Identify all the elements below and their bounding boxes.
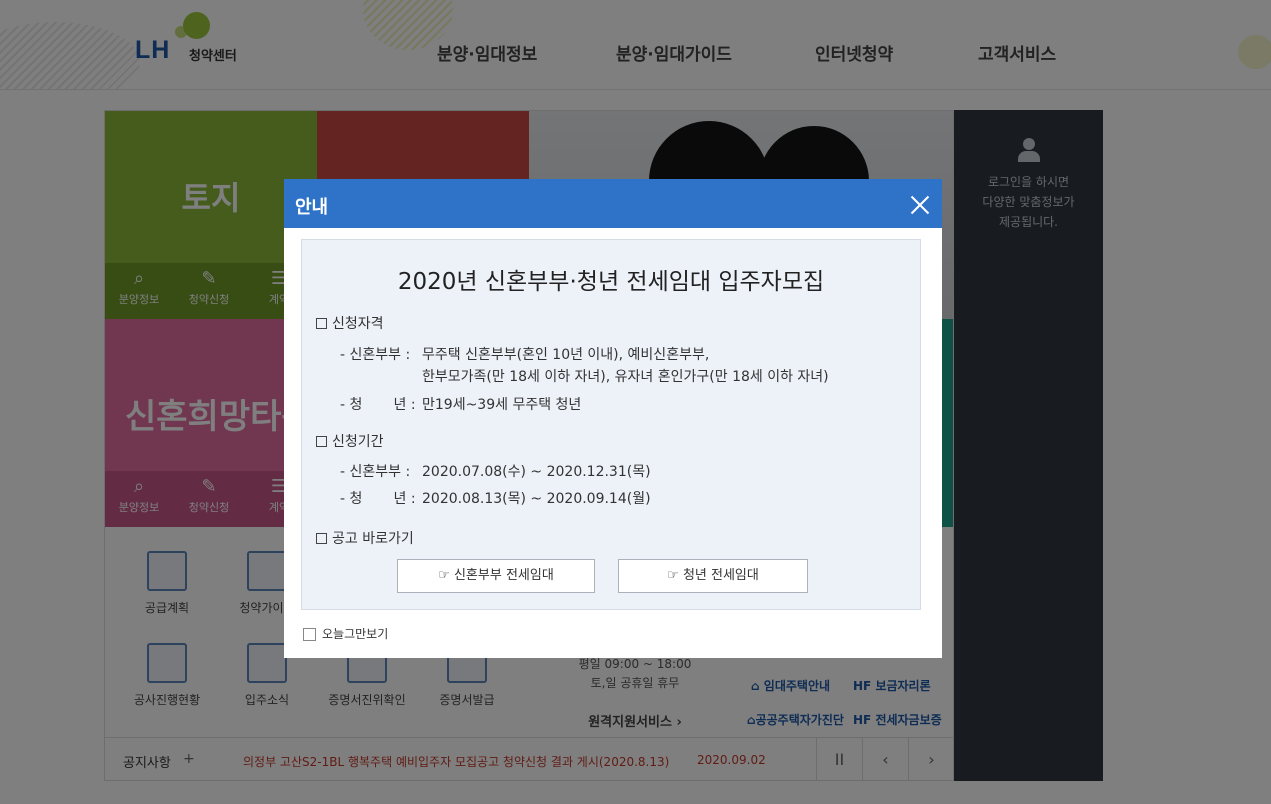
dont-show-today[interactable]: 오늘그만보기	[303, 625, 388, 642]
square-bullet-icon	[316, 533, 327, 544]
modal-title: 안내	[295, 197, 329, 218]
period-newlywed-value: 2020.07.08(수) ~ 2020.12.31(목)	[422, 464, 651, 480]
modal-header: 안내	[284, 179, 942, 228]
period-youth-value: 2020.08.13(목) ~ 2020.09.14(월)	[422, 491, 651, 507]
close-icon[interactable]	[903, 188, 937, 220]
section-label: 공고 바로가기	[332, 531, 414, 547]
section-qualification: 신청자격	[316, 313, 384, 333]
qual-newlywed-line2: 한부모가족(만 18세 이하 자녀), 유자녀 혼인가구(만 18세 이하 자녀…	[422, 369, 829, 385]
youth-lease-button[interactable]: ☞ 청년 전세임대	[618, 559, 808, 593]
qual-youth-value: 만19세~39세 무주택 청년	[422, 397, 582, 413]
modal-content-box: 2020년 신혼부부·청년 전세임대 입주자모집 신청자격 - 신혼부부 : 무…	[301, 239, 921, 610]
newlywed-lease-button[interactable]: ☞ 신혼부부 전세임대	[397, 559, 595, 593]
square-bullet-icon	[316, 318, 327, 329]
period-newlywed-label: - 신혼부부 :	[340, 464, 411, 480]
notice-modal: 안내 2020년 신혼부부·청년 전세임대 입주자모집 신청자격 - 신혼부부 …	[284, 179, 942, 658]
square-bullet-icon	[316, 436, 327, 447]
section-label: 신청자격	[332, 316, 384, 332]
section-links: 공고 바로가기	[316, 528, 414, 548]
dont-show-today-checkbox[interactable]	[303, 628, 316, 641]
announcement-heading: 2020년 신혼부부·청년 전세임대 입주자모집	[397, 269, 825, 295]
qual-youth-label: - 청 년 :	[340, 397, 416, 413]
qual-newlywed-line1: 무주택 신혼부부(혼인 10년 이내), 예비신혼부부,	[422, 347, 710, 363]
section-period: 신청기간	[316, 431, 384, 451]
period-youth-label: - 청 년 :	[340, 491, 416, 507]
dont-show-today-label: 오늘그만보기	[322, 627, 389, 641]
qual-newlywed-label: - 신혼부부 :	[340, 347, 411, 363]
section-label: 신청기간	[332, 434, 384, 450]
